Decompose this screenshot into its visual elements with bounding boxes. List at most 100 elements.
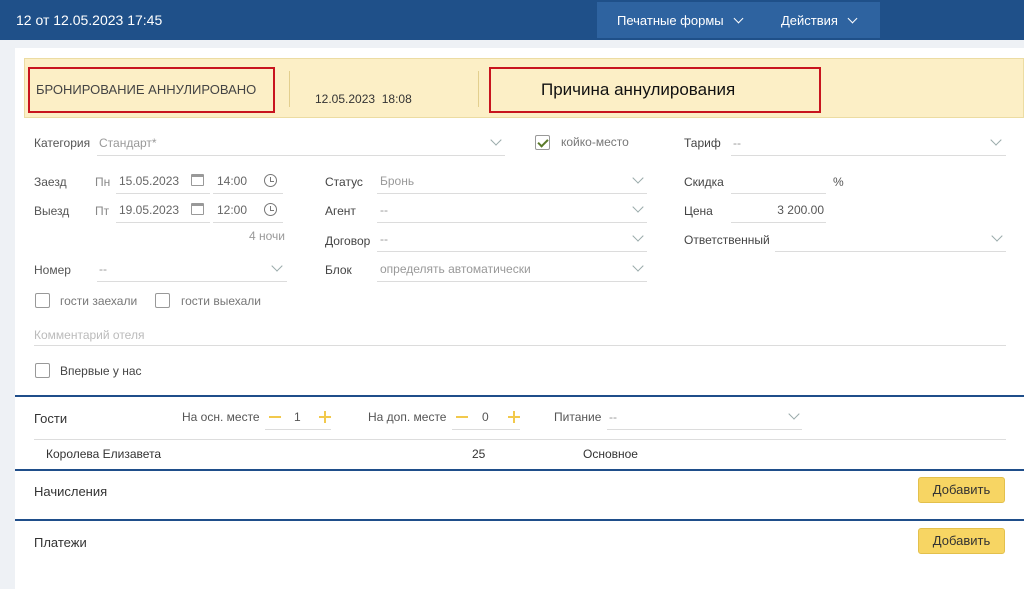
- add-payment-button[interactable]: Добавить: [918, 528, 1005, 554]
- guest-age: 25: [472, 447, 486, 461]
- calendar-icon[interactable]: [191, 174, 204, 186]
- contract-select[interactable]: --: [377, 226, 647, 252]
- agent-select[interactable]: --: [377, 197, 647, 223]
- meal-value: --: [609, 410, 617, 424]
- checkin-label: Заезд: [34, 175, 67, 189]
- cancel-banner: БРОНИРОВАНИЕ АННУЛИРОВАНО 12.05.2023 18:…: [24, 58, 1024, 118]
- payments-title: Платежи: [34, 535, 87, 550]
- room-label: Номер: [34, 263, 71, 277]
- top-bar: 12 от 12.05.2023 17:45 Печатные формы Де…: [0, 0, 1024, 40]
- chevron-down-icon: [632, 230, 644, 242]
- tariff-value: --: [733, 136, 741, 150]
- main-place-value: 1: [294, 410, 301, 424]
- booking-form: БРОНИРОВАНИЕ АННУЛИРОВАНО 12.05.2023 18:…: [15, 48, 1024, 589]
- checkin-date-value: 15.05.2023: [119, 174, 180, 188]
- discount-label: Скидка: [684, 175, 724, 189]
- table-row[interactable]: Королева Елизавета 25 Основное: [15, 441, 1024, 467]
- meal-select[interactable]: --: [607, 404, 802, 430]
- checkout-day: Пт: [95, 204, 110, 218]
- tariff-label: Тариф: [684, 136, 721, 150]
- checkout-time-value: 12:00: [217, 203, 248, 217]
- main-place-label: На осн. месте: [182, 410, 260, 424]
- block-value: определять автоматически: [380, 262, 531, 276]
- category-select[interactable]: Стандарт*: [97, 130, 505, 156]
- checkout-label: Выезд: [34, 204, 70, 218]
- chevron-down-icon: [990, 134, 1002, 146]
- actions-menu[interactable]: Действия: [765, 2, 858, 38]
- extra-place-stepper[interactable]: 0: [452, 404, 520, 430]
- guest-name: Королева Елизавета: [46, 447, 162, 461]
- price-label: Цена: [684, 204, 713, 218]
- guests-checked-out-label: гости выехали: [181, 294, 261, 308]
- status-value: Бронь: [380, 174, 415, 188]
- status-label: Статус: [325, 175, 363, 189]
- price-value: 3 200.00: [777, 203, 824, 217]
- responsible-select[interactable]: [775, 226, 1006, 252]
- first-time-label: Впервые у нас: [60, 364, 142, 378]
- chevron-down-icon: [632, 172, 644, 184]
- guests-checked-in-checkbox[interactable]: [35, 293, 50, 308]
- actions-label: Действия: [781, 12, 838, 28]
- clock-icon[interactable]: [264, 203, 277, 216]
- header-menu: Печатные формы Действия: [597, 2, 880, 38]
- guests-title: Гости: [34, 411, 68, 426]
- booking-status-text: БРОНИРОВАНИЕ АННУЛИРОВАНО: [28, 67, 275, 113]
- first-time-checkbox[interactable]: [35, 363, 50, 378]
- bed-place-checkbox[interactable]: [535, 135, 550, 150]
- category-value: Стандарт*: [99, 136, 157, 150]
- guest-type: Основное: [583, 447, 638, 461]
- chevron-down-icon: [847, 13, 858, 23]
- cancel-reason[interactable]: Причина аннулирования: [489, 67, 821, 113]
- contract-value: --: [380, 232, 388, 246]
- cancel-date: 12.05.2023: [315, 92, 376, 106]
- block-select[interactable]: определять автоматически: [377, 256, 647, 282]
- tariff-select[interactable]: --: [731, 130, 1006, 156]
- cancel-time: 18:08: [381, 92, 412, 106]
- room-select[interactable]: --: [97, 256, 287, 282]
- add-charge-button[interactable]: Добавить: [918, 477, 1005, 503]
- chevron-down-icon: [788, 408, 800, 420]
- meal-label: Питание: [554, 410, 602, 424]
- print-forms-menu[interactable]: Печатные формы: [597, 2, 765, 38]
- hotel-comment-input[interactable]: Комментарий отеля: [34, 320, 1006, 346]
- chevron-down-icon: [632, 260, 644, 272]
- category-label: Категория: [34, 136, 91, 150]
- checkin-time-value: 14:00: [217, 174, 248, 188]
- chevron-down-icon: [632, 201, 644, 213]
- divider: [289, 71, 290, 107]
- divider: [34, 439, 1006, 440]
- checkin-date-input[interactable]: 15.05.2023: [116, 168, 210, 194]
- chevron-down-icon: [991, 230, 1003, 242]
- section-divider: [15, 395, 1024, 397]
- price-input[interactable]: 3 200.00: [731, 197, 826, 223]
- plus-icon[interactable]: [508, 411, 520, 423]
- discount-unit: %: [833, 175, 844, 189]
- nights-count: 4 ночи: [249, 229, 285, 243]
- checkin-time-input[interactable]: 14:00: [213, 168, 283, 194]
- charges-title: Начисления: [34, 484, 108, 499]
- main-place-stepper[interactable]: 1: [265, 404, 331, 430]
- extra-place-label: На доп. месте: [368, 410, 447, 424]
- discount-input[interactable]: [731, 168, 826, 194]
- minus-icon[interactable]: [269, 416, 281, 418]
- clock-icon[interactable]: [264, 174, 277, 187]
- checkout-time-input[interactable]: 12:00: [213, 197, 283, 223]
- room-value: --: [99, 262, 107, 276]
- checkout-date-value: 19.05.2023: [119, 203, 180, 217]
- plus-icon[interactable]: [319, 411, 331, 423]
- checkout-date-input[interactable]: 19.05.2023: [116, 197, 210, 223]
- checkin-day: Пн: [95, 175, 111, 189]
- booking-title: 12 от 12.05.2023 17:45: [16, 12, 163, 28]
- calendar-icon[interactable]: [191, 203, 204, 215]
- cancel-datetime: 12.05.2023 18:08: [315, 92, 412, 106]
- comment-placeholder: Комментарий отеля: [34, 328, 145, 342]
- section-divider: [15, 469, 1024, 471]
- responsible-label: Ответственный: [684, 233, 770, 247]
- divider: [478, 71, 479, 107]
- extra-place-value: 0: [482, 410, 489, 424]
- print-forms-label: Печатные формы: [617, 12, 724, 28]
- guests-checked-out-checkbox[interactable]: [155, 293, 170, 308]
- status-select[interactable]: Бронь: [377, 168, 647, 194]
- minus-icon[interactable]: [456, 416, 468, 418]
- agent-value: --: [380, 203, 388, 217]
